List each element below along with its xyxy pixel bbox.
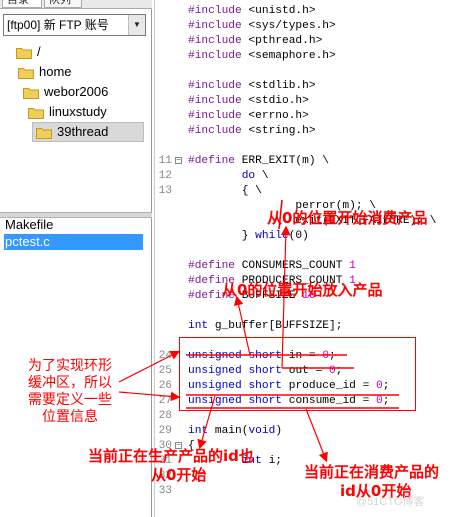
annotation-consume-id-1: 当前正在消费产品的	[304, 463, 440, 481]
folder-open-icon	[36, 126, 52, 139]
annotation-produce-pos: 从0的位置开始放入产品	[222, 281, 383, 299]
annotation-consume-pos: 从0的位置开始消费产品	[267, 209, 428, 227]
annotation-ring-buffer: 为了实现环形缓冲区，所以需要定义一些位置信息	[28, 358, 112, 425]
watermark: @51CTO博客	[356, 496, 425, 508]
folder-item-39thread[interactable]: 39thread	[32, 122, 144, 142]
annotation-arrows	[118, 199, 399, 463]
annotation-produce-id-1: 当前正在生产产品的id也	[88, 447, 254, 465]
folder-label: 39thread	[57, 124, 109, 139]
annotation-produce-id-2: 从0开始	[151, 466, 207, 484]
